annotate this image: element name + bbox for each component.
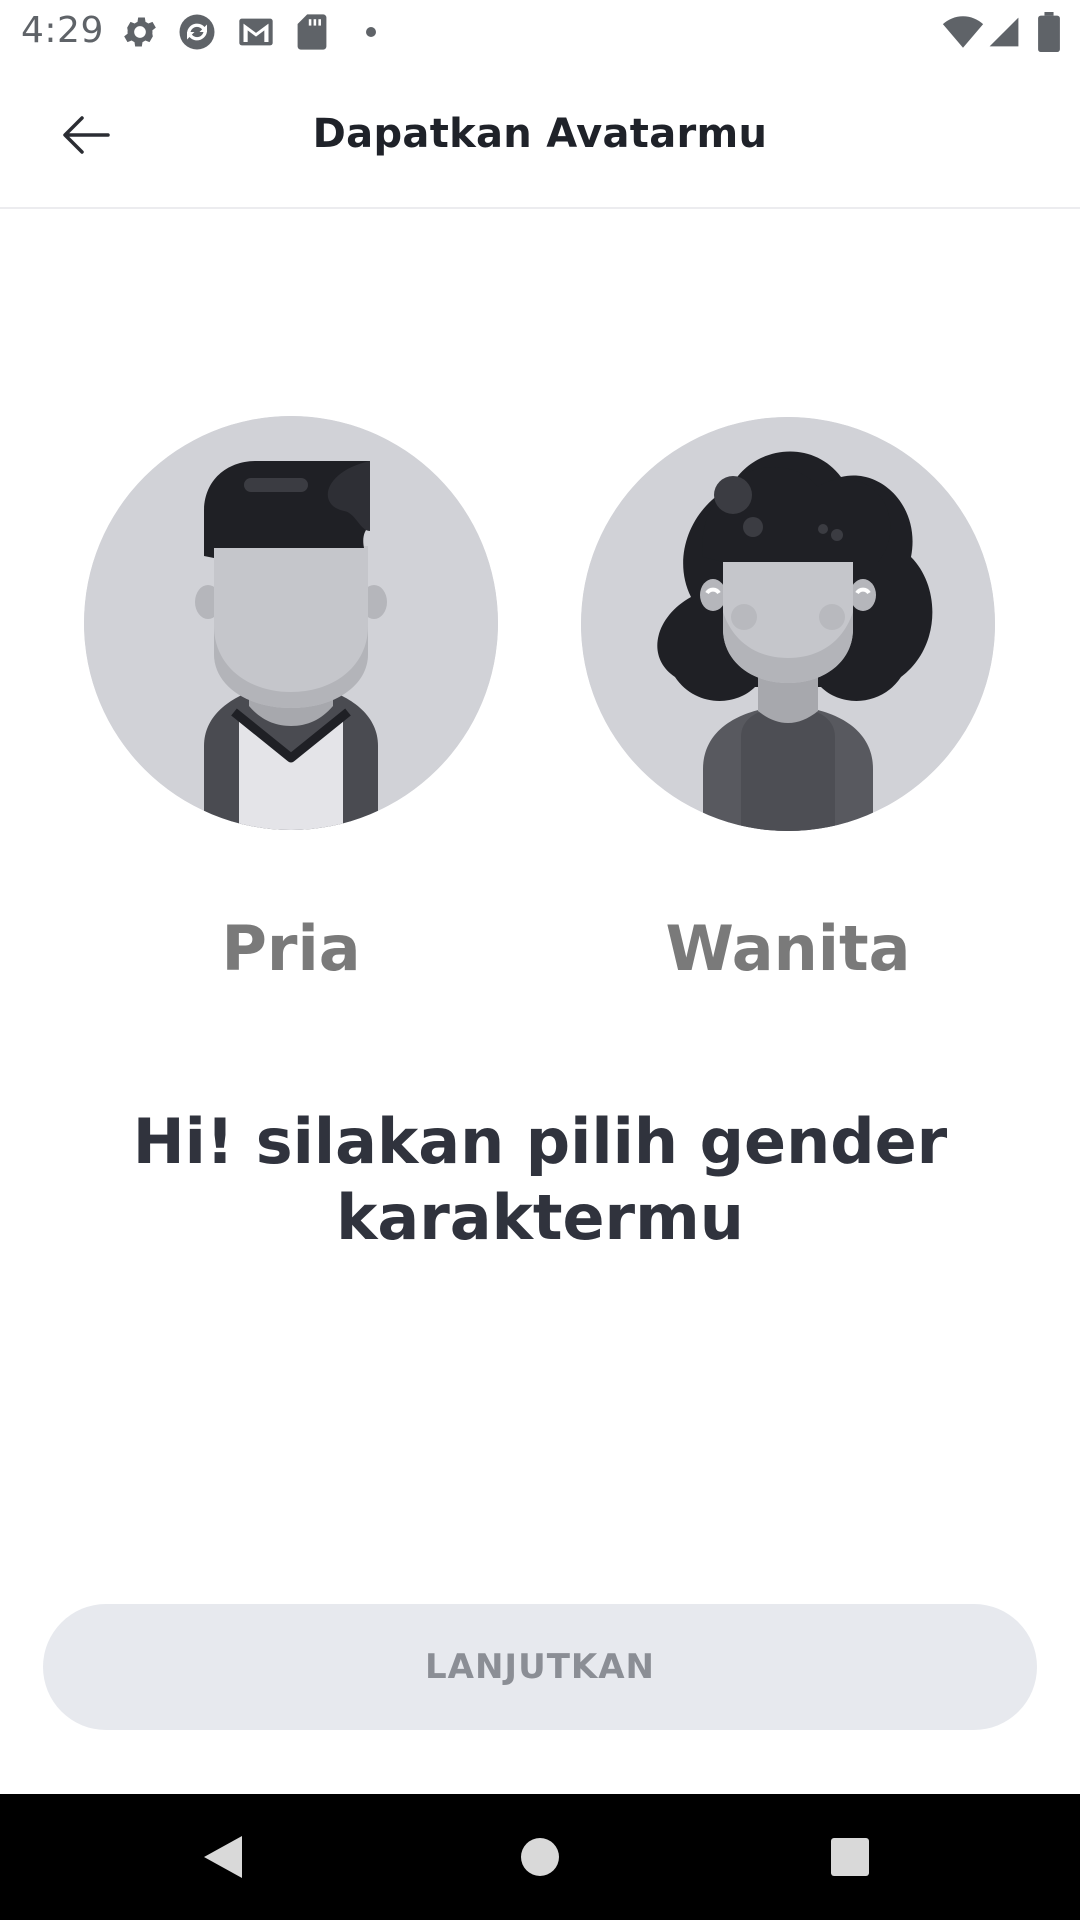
wifi-icon (942, 16, 984, 48)
gmail-icon (239, 18, 273, 46)
cellular-signal-icon (989, 17, 1019, 47)
nav-home-button[interactable] (507, 1824, 573, 1890)
male-label: Pria (221, 912, 361, 985)
page-title: Dapatkan Avatarmu (312, 111, 768, 157)
notification-dot-icon (366, 27, 376, 37)
female-avatar-icon (581, 417, 995, 831)
sync-icon (179, 14, 215, 50)
nav-back-icon (204, 1836, 242, 1878)
battery-icon (1038, 12, 1060, 52)
nav-back-button[interactable] (190, 1824, 256, 1890)
settings-icon (124, 17, 156, 47)
male-avatar-option[interactable] (84, 416, 498, 830)
female-label: Wanita (665, 912, 911, 985)
status-time: 4:29 (21, 10, 104, 51)
sd-card-icon (297, 14, 327, 50)
female-avatar-option[interactable] (581, 417, 995, 831)
continue-button[interactable]: LANJUTKAN (43, 1604, 1037, 1730)
headline: Hi! silakan pilih gender karaktermu (132, 1105, 948, 1254)
nav-home-icon (521, 1838, 559, 1876)
app-bar: Dapatkan Avatarmu (0, 63, 1080, 209)
status-bar: 4:29 (0, 0, 1080, 63)
male-avatar-icon (84, 416, 498, 830)
navigation-bar (0, 1794, 1080, 1920)
nav-recents-button[interactable] (817, 1824, 883, 1890)
nav-recents-icon (831, 1838, 869, 1876)
